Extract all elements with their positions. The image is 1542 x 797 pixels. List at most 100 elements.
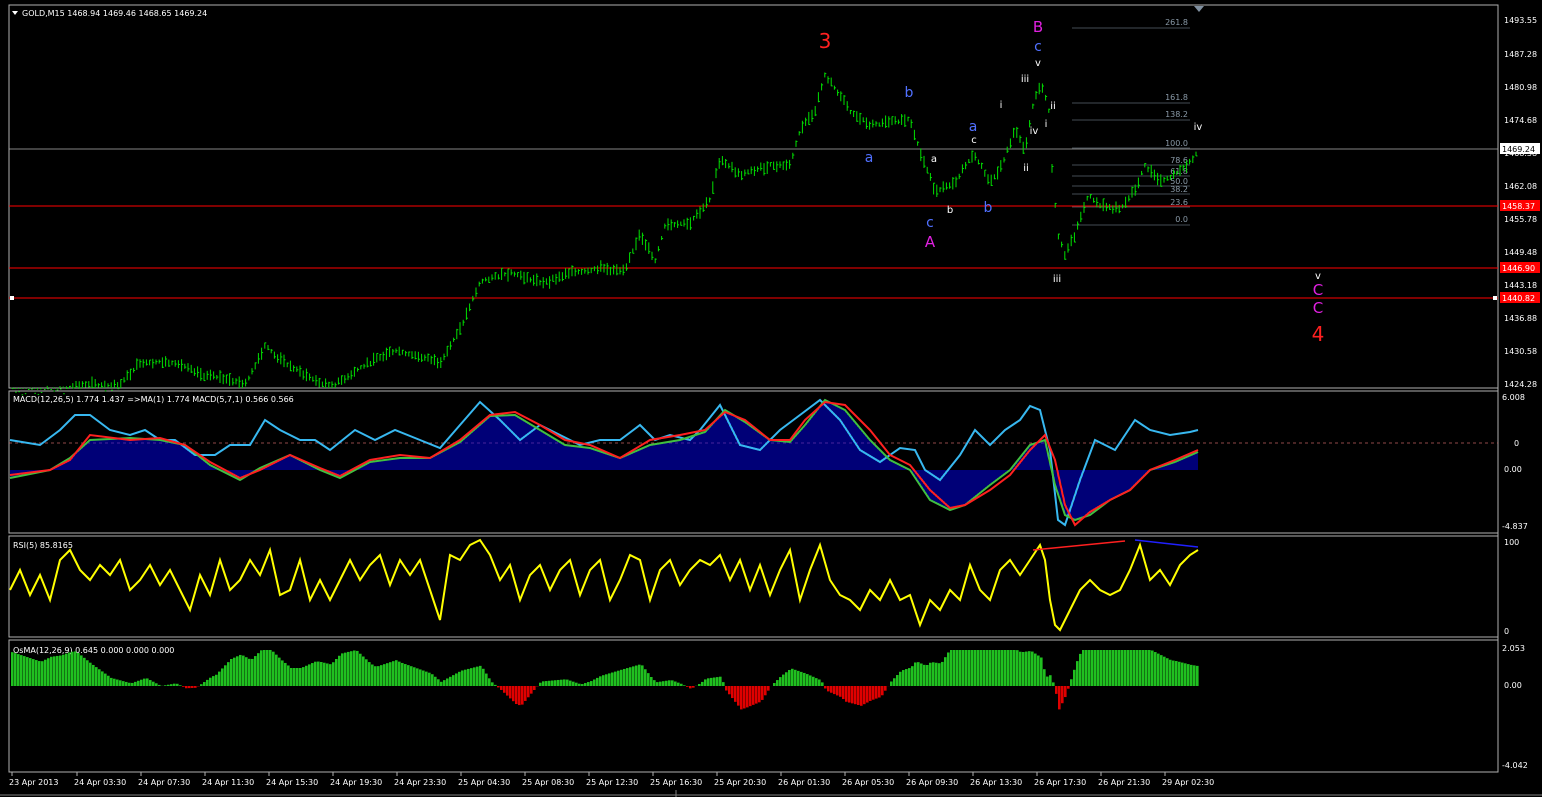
osma-bar — [215, 674, 218, 686]
osma-bar — [1070, 679, 1073, 686]
osma-bar — [581, 684, 584, 686]
osma-bar — [290, 668, 293, 686]
line-handle[interactable] — [1493, 296, 1497, 300]
osma-bar — [1064, 686, 1067, 698]
osma-bar — [221, 668, 224, 686]
osma-bar — [323, 662, 326, 686]
osma-bar — [1175, 661, 1178, 686]
osma-bar — [1196, 665, 1199, 686]
osma-bar — [866, 686, 869, 703]
macd-axis-zero2: 0.00 — [1504, 465, 1522, 474]
osma-bar — [257, 653, 260, 686]
osma-bar — [1172, 660, 1175, 686]
osma-bar — [758, 686, 761, 703]
osma-bar — [476, 666, 479, 686]
osma-bar — [1103, 650, 1106, 686]
osma-bar — [596, 677, 599, 686]
osma-bar — [677, 682, 680, 686]
osma-bar — [428, 672, 431, 686]
osma-bar — [803, 672, 806, 686]
osma-bar — [815, 678, 818, 686]
osma-bar — [767, 686, 770, 691]
osma-bar — [698, 683, 701, 686]
osma-bar — [401, 662, 404, 686]
macd-axis-max: 6.008 — [1502, 393, 1525, 402]
osma-bar — [554, 680, 557, 686]
osma-bar — [932, 662, 935, 686]
osma-bar — [38, 661, 41, 686]
osma-bar — [1121, 650, 1124, 686]
osma-bar — [254, 656, 257, 686]
osma-bar — [1043, 669, 1046, 686]
osma-bar — [1040, 657, 1043, 686]
osma-bar — [1157, 653, 1160, 686]
osma-bar — [788, 669, 791, 686]
macd-axis-zero: 0 — [1514, 439, 1519, 448]
osma-bar — [362, 656, 365, 686]
osma-bar — [461, 670, 464, 686]
osma-bar — [245, 657, 248, 686]
osma-bar — [251, 658, 254, 686]
osma-header: OsMA(12,26,9) 0.645 0.000 0.000 0.000 — [13, 646, 174, 655]
chart-window[interactable]: GOLD,M15 1468.94 1469.46 1468.65 1469.24… — [0, 0, 1542, 797]
osma-bar — [566, 679, 569, 686]
osma-bar — [338, 655, 341, 686]
osma-bar — [227, 662, 230, 686]
osma-bar — [386, 663, 389, 686]
osma-bar — [494, 684, 497, 686]
osma-bar — [674, 681, 677, 686]
osma-bar — [488, 678, 491, 686]
wave-label-a: a — [865, 150, 874, 166]
osma-bar — [839, 686, 842, 697]
osma-axis-max: 2.053 — [1502, 644, 1525, 653]
osma-bar — [275, 654, 278, 686]
wave-label-i: i — [1000, 100, 1003, 111]
osma-bar — [935, 662, 938, 686]
wave-label-iv: iv — [1030, 126, 1039, 137]
price-tag-text: 1440.82 — [1502, 294, 1535, 303]
time-label: 25 Apr 08:30 — [522, 778, 574, 787]
osma-bar — [800, 671, 803, 686]
osma-bar — [782, 674, 785, 686]
price-tag-text: 1458.37 — [1502, 202, 1535, 211]
osma-bar — [182, 686, 185, 687]
osma-bar — [740, 686, 743, 710]
osma-bar — [503, 686, 506, 693]
osma-bar — [134, 681, 137, 686]
osma-bar — [737, 686, 740, 706]
osma-bar — [707, 678, 710, 686]
osma-bar — [1145, 650, 1148, 686]
price-tick: 1480.98 — [1504, 83, 1537, 92]
fib-label: 100.0 — [1165, 139, 1188, 148]
osma-bar — [305, 665, 308, 686]
osma-bar — [980, 650, 983, 686]
osma-bar — [434, 676, 437, 686]
osma-bar — [1055, 686, 1058, 694]
osma-bar — [890, 681, 893, 686]
osma-bar — [614, 671, 617, 686]
main-chart-header: GOLD,M15 1468.94 1469.46 1468.65 1469.24 — [22, 9, 207, 18]
price-tag-text: 1446.90 — [1502, 264, 1535, 273]
osma-bar — [77, 652, 80, 686]
osma-bar — [212, 676, 215, 686]
osma-bar — [410, 666, 413, 686]
osma-bar — [89, 662, 92, 686]
osma-bar — [785, 672, 788, 686]
osma-bar — [56, 655, 59, 686]
osma-bar — [1022, 651, 1025, 686]
osma-bar — [293, 668, 296, 686]
wave-label-iii: iii — [1053, 274, 1061, 285]
line-handle[interactable] — [10, 296, 14, 300]
osma-bar — [1136, 650, 1139, 686]
osma-bar — [725, 686, 728, 691]
osma-bar — [926, 665, 929, 686]
osma-bar — [194, 686, 197, 688]
osma-bar — [1130, 650, 1133, 686]
osma-bar — [35, 660, 38, 686]
osma-bar — [239, 654, 242, 686]
osma-bar — [1133, 650, 1136, 686]
osma-bar — [773, 683, 776, 686]
osma-bar — [356, 650, 359, 686]
osma-bar — [248, 658, 251, 686]
osma-bar — [794, 669, 797, 686]
